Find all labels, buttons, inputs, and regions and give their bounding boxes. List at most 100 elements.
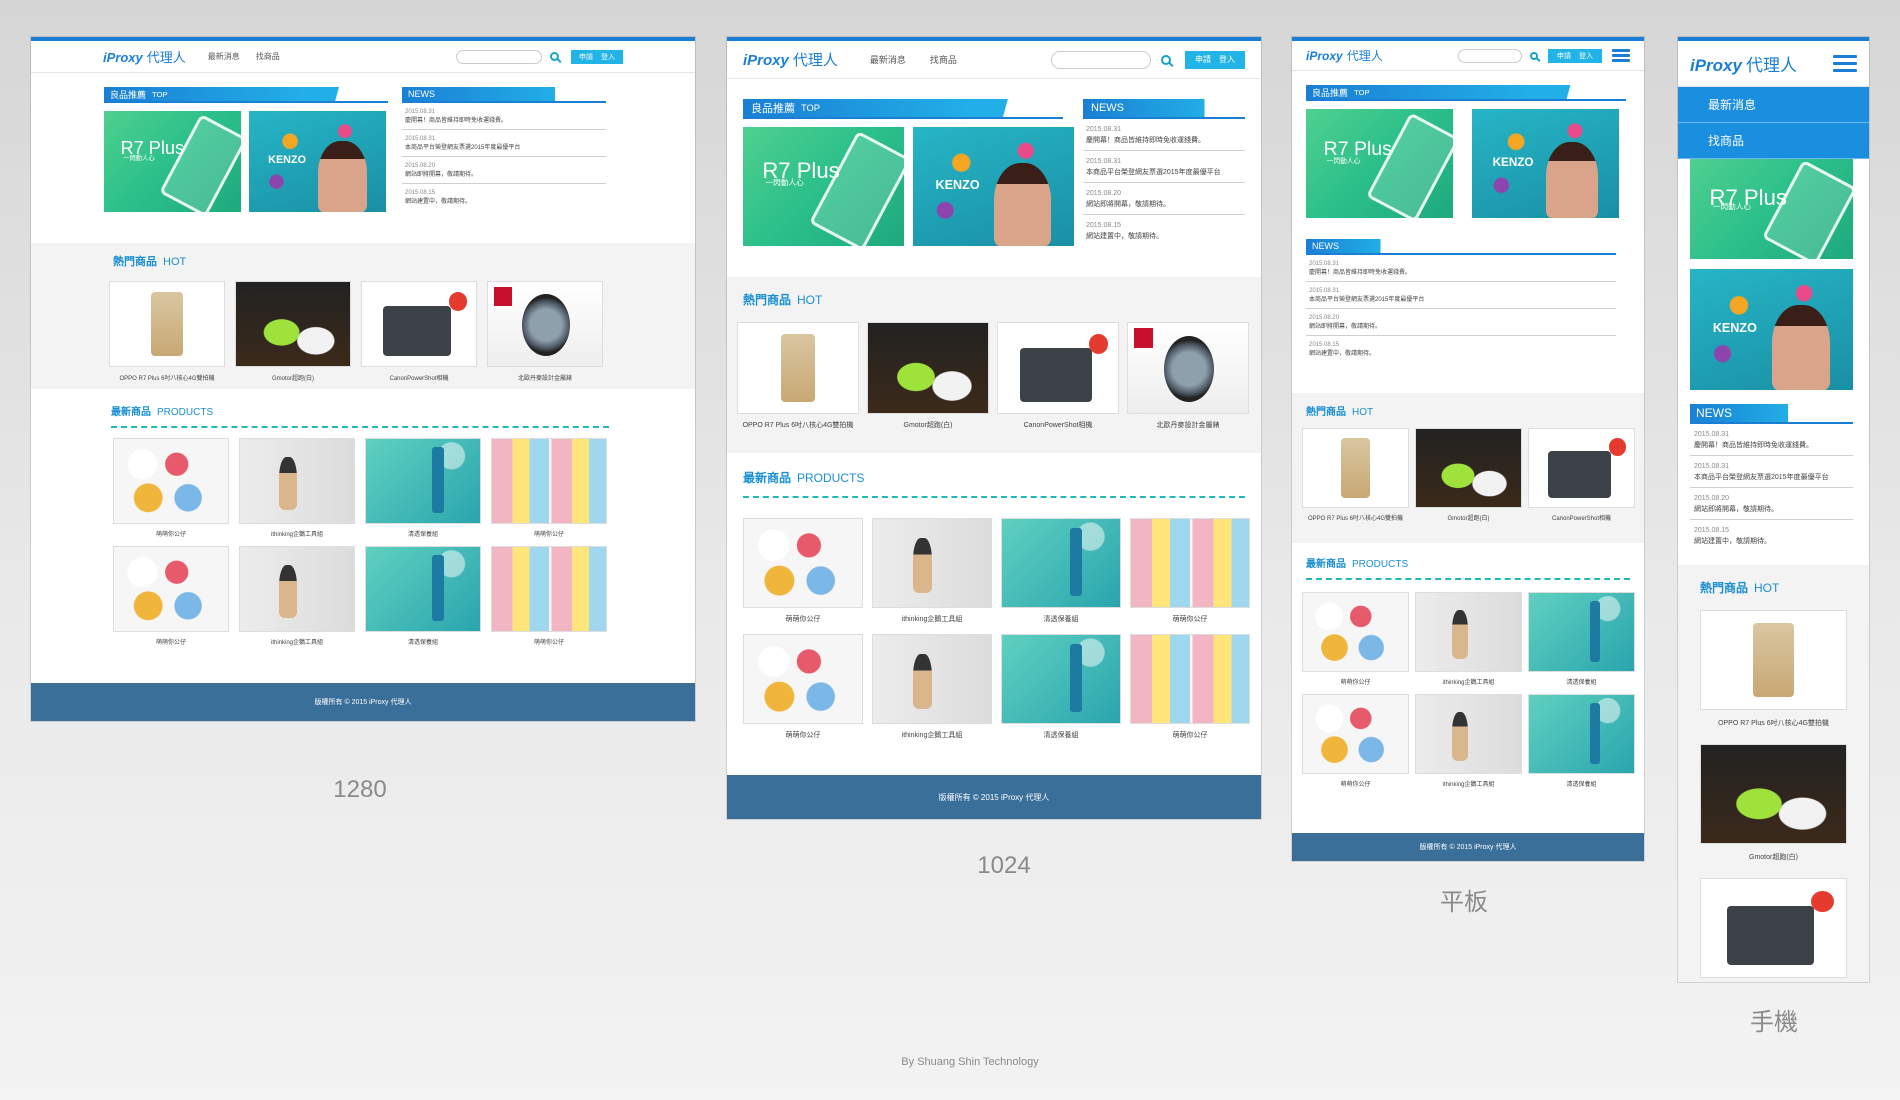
site-logo[interactable]: iProxy 代理人: [103, 47, 186, 66]
news-item[interactable]: 2015.08.20 網站即將開幕，敬請期待。: [1306, 309, 1616, 336]
hot-card[interactable]: 北歐丹麥設計金屬錶: [1127, 322, 1249, 430]
news-item[interactable]: 2015.08.31 本商品平台榮登網友票選2015年度最優平台: [402, 130, 606, 157]
product-image: [1700, 878, 1847, 978]
news-item[interactable]: 2015.08.31 慶開幕！商品皆維持即時免收運錢費。: [1690, 424, 1853, 456]
hot-card[interactable]: CanonPowerShot相機: [997, 322, 1119, 430]
product-card[interactable]: ithinking企鵝工具組: [872, 634, 992, 740]
nav-item-products[interactable]: 找商品: [930, 53, 957, 66]
top-section-title: 良品推薦: [751, 103, 795, 115]
hot-section: 熱門商品 HOT OPPO R7 Plus 6吋八核心4G雙拍機 Gmotor超跑…: [1292, 393, 1644, 543]
news-item[interactable]: 2015.08.15 網站建置中，敬請期待。: [402, 184, 606, 210]
hot-card[interactable]: Gmotor超跑(白): [1700, 744, 1847, 862]
apply-button[interactable]: 申請: [1195, 54, 1211, 65]
news-item[interactable]: 2015.08.20 網站即將開幕，敬請期待。: [1083, 183, 1245, 215]
product-card[interactable]: ithinking企鵝工具組: [1415, 592, 1522, 686]
footer-text: 版權所有 © 2015 iProxy 代理人: [314, 699, 412, 706]
product-card[interactable]: 清透保養組: [1001, 518, 1121, 624]
search-icon[interactable]: [1161, 54, 1171, 65]
logo-suffix: 代理人: [792, 52, 838, 69]
news-item[interactable]: 2015.08.20 網站即將開幕，敬請期待。: [1690, 488, 1853, 520]
top-section-en: TOP: [152, 89, 168, 99]
mobile-nav-item-news[interactable]: 最新消息: [1678, 87, 1869, 123]
product-label: 清透保養組: [407, 532, 438, 538]
news-item[interactable]: 2015.08.15 網站建置中，敬請期待。: [1690, 520, 1853, 551]
hot-card[interactable]: Gmotor超跑(白): [1415, 428, 1522, 522]
search-input[interactable]: [456, 49, 542, 64]
banner-kenzo[interactable]: KENZO: [1690, 269, 1853, 390]
product-image: [1302, 592, 1409, 672]
news-item[interactable]: 2015.08.31 本商品平台榮登網友票選2015年度最優平台: [1690, 456, 1853, 488]
hot-card[interactable]: OPPO R7 Plus 6吋八核心4G雙拍機: [1700, 610, 1847, 728]
product-card[interactable]: 萌萌你公仔: [743, 518, 863, 624]
product-card[interactable]: 萌萌你公仔: [113, 546, 229, 646]
hot-card[interactable]: OPPO R7 Plus 6吋八核心4G雙拍機: [1302, 428, 1409, 522]
product-card[interactable]: ithinking企鵝工具組: [239, 546, 355, 646]
nav-item-news[interactable]: 最新消息: [208, 51, 240, 62]
hot-card[interactable]: Gmotor超跑(白): [235, 281, 351, 382]
product-image: [1415, 428, 1522, 508]
product-card[interactable]: ithinking企鵝工具組: [1415, 694, 1522, 788]
hot-card[interactable]: OPPO R7 Plus 6吋八核心4G雙拍機: [737, 322, 859, 430]
mockup-1024: iProxy 代理人 最新消息 找商品 申請 登入 良品推薦 TOP R7 Pl…: [727, 37, 1261, 819]
menu-icon[interactable]: [1833, 55, 1857, 72]
product-image: [872, 518, 992, 608]
product-card[interactable]: 萌萌你公仔: [491, 438, 607, 538]
hot-card[interactable]: CanonPowerShot相機: [361, 281, 477, 382]
product-card[interactable]: ithinking企鵝工具組: [872, 518, 992, 624]
site-logo[interactable]: iProxy 代理人: [1306, 47, 1383, 64]
news-item[interactable]: 2015.08.31 慶開幕！商品皆維持即時免收運錢費。: [1083, 119, 1245, 151]
news-item[interactable]: 2015.08.20 網站即將開幕，敬請期待。: [402, 157, 606, 184]
product-card[interactable]: 清透保養組: [1528, 592, 1635, 686]
banner-r7[interactable]: R7 Plus 一閃動人心: [1306, 109, 1453, 218]
hot-card[interactable]: OPPO R7 Plus 6吋八核心4G雙拍機: [109, 281, 225, 382]
menu-icon[interactable]: [1612, 49, 1630, 62]
news-item[interactable]: 2015.08.15 網站建置中，敬請期待。: [1083, 215, 1245, 246]
nav-item-products[interactable]: 找商品: [256, 51, 280, 62]
news-item[interactable]: 2015.08.31 本商品平台榮登網友票選2015年度最優平台: [1083, 151, 1245, 183]
banner-r7[interactable]: R7 Plus 一閃動人心: [743, 127, 904, 246]
model-image: [993, 162, 1052, 246]
apply-button[interactable]: 申請: [579, 52, 593, 62]
banner-kenzo[interactable]: KENZO: [1472, 109, 1619, 218]
banner-kenzo[interactable]: KENZO: [913, 127, 1074, 246]
search-icon[interactable]: [550, 52, 559, 61]
product-image: [737, 322, 859, 414]
hot-card[interactable]: 北歐丹麥設計金屬錶: [487, 281, 603, 382]
news-item[interactable]: 2015.08.31 本商品平台榮登網友票選2015年度最優平台: [1306, 282, 1616, 309]
top-section-title: 良品推薦: [110, 89, 147, 100]
product-card[interactable]: 萌萌你公仔: [113, 438, 229, 538]
hot-card[interactable]: CanonPowerShot相機: [1528, 428, 1635, 522]
news-item[interactable]: 2015.08.31 慶開幕！商品皆維持即時免收運錢費。: [402, 103, 606, 130]
hot-card[interactable]: [1700, 878, 1847, 978]
hot-card[interactable]: Gmotor超跑(白): [867, 322, 989, 430]
login-button[interactable]: 登入: [601, 52, 615, 62]
product-card[interactable]: 萌萌你公仔: [1130, 634, 1250, 740]
hot-card-label: OPPO R7 Plus 6吋八核心4G雙拍機: [1718, 720, 1829, 727]
login-button[interactable]: 登入: [1219, 54, 1235, 65]
site-logo[interactable]: iProxy 代理人: [743, 49, 838, 70]
apply-button[interactable]: 申請: [1557, 51, 1571, 61]
banner-r7[interactable]: R7 Plus 一閃動人心: [104, 111, 241, 212]
product-card[interactable]: 萌萌你公仔: [743, 634, 863, 740]
product-card[interactable]: 清透保養組: [1528, 694, 1635, 788]
search-input[interactable]: [1051, 50, 1151, 69]
banner-r7[interactable]: R7 Plus 一閃動人心: [1690, 159, 1853, 259]
login-button[interactable]: 登入: [1579, 51, 1593, 61]
product-card[interactable]: 萌萌你公仔: [1302, 592, 1409, 686]
mobile-nav-item-products[interactable]: 找商品: [1678, 123, 1869, 159]
news-item[interactable]: 2015.08.31 慶開幕！商品皆維持即時免收運錢費。: [1306, 255, 1616, 282]
banner-kenzo[interactable]: KENZO: [249, 111, 386, 212]
product-card[interactable]: 清透保養組: [365, 546, 481, 646]
news-item[interactable]: 2015.08.15 網站建置中，敬請期待。: [1306, 336, 1616, 362]
product-card[interactable]: 萌萌你公仔: [1302, 694, 1409, 788]
product-card[interactable]: 清透保養組: [1001, 634, 1121, 740]
product-label: 萌萌你公仔: [1340, 782, 1371, 788]
nav-item-news[interactable]: 最新消息: [870, 53, 906, 66]
product-card[interactable]: 萌萌你公仔: [491, 546, 607, 646]
product-card[interactable]: 清透保養組: [365, 438, 481, 538]
product-card[interactable]: 萌萌你公仔: [1130, 518, 1250, 624]
search-icon[interactable]: [1530, 51, 1538, 60]
product-card[interactable]: ithinking企鵝工具組: [239, 438, 355, 538]
site-logo[interactable]: iProxy 代理人: [1690, 51, 1797, 76]
search-input[interactable]: [1458, 48, 1522, 63]
